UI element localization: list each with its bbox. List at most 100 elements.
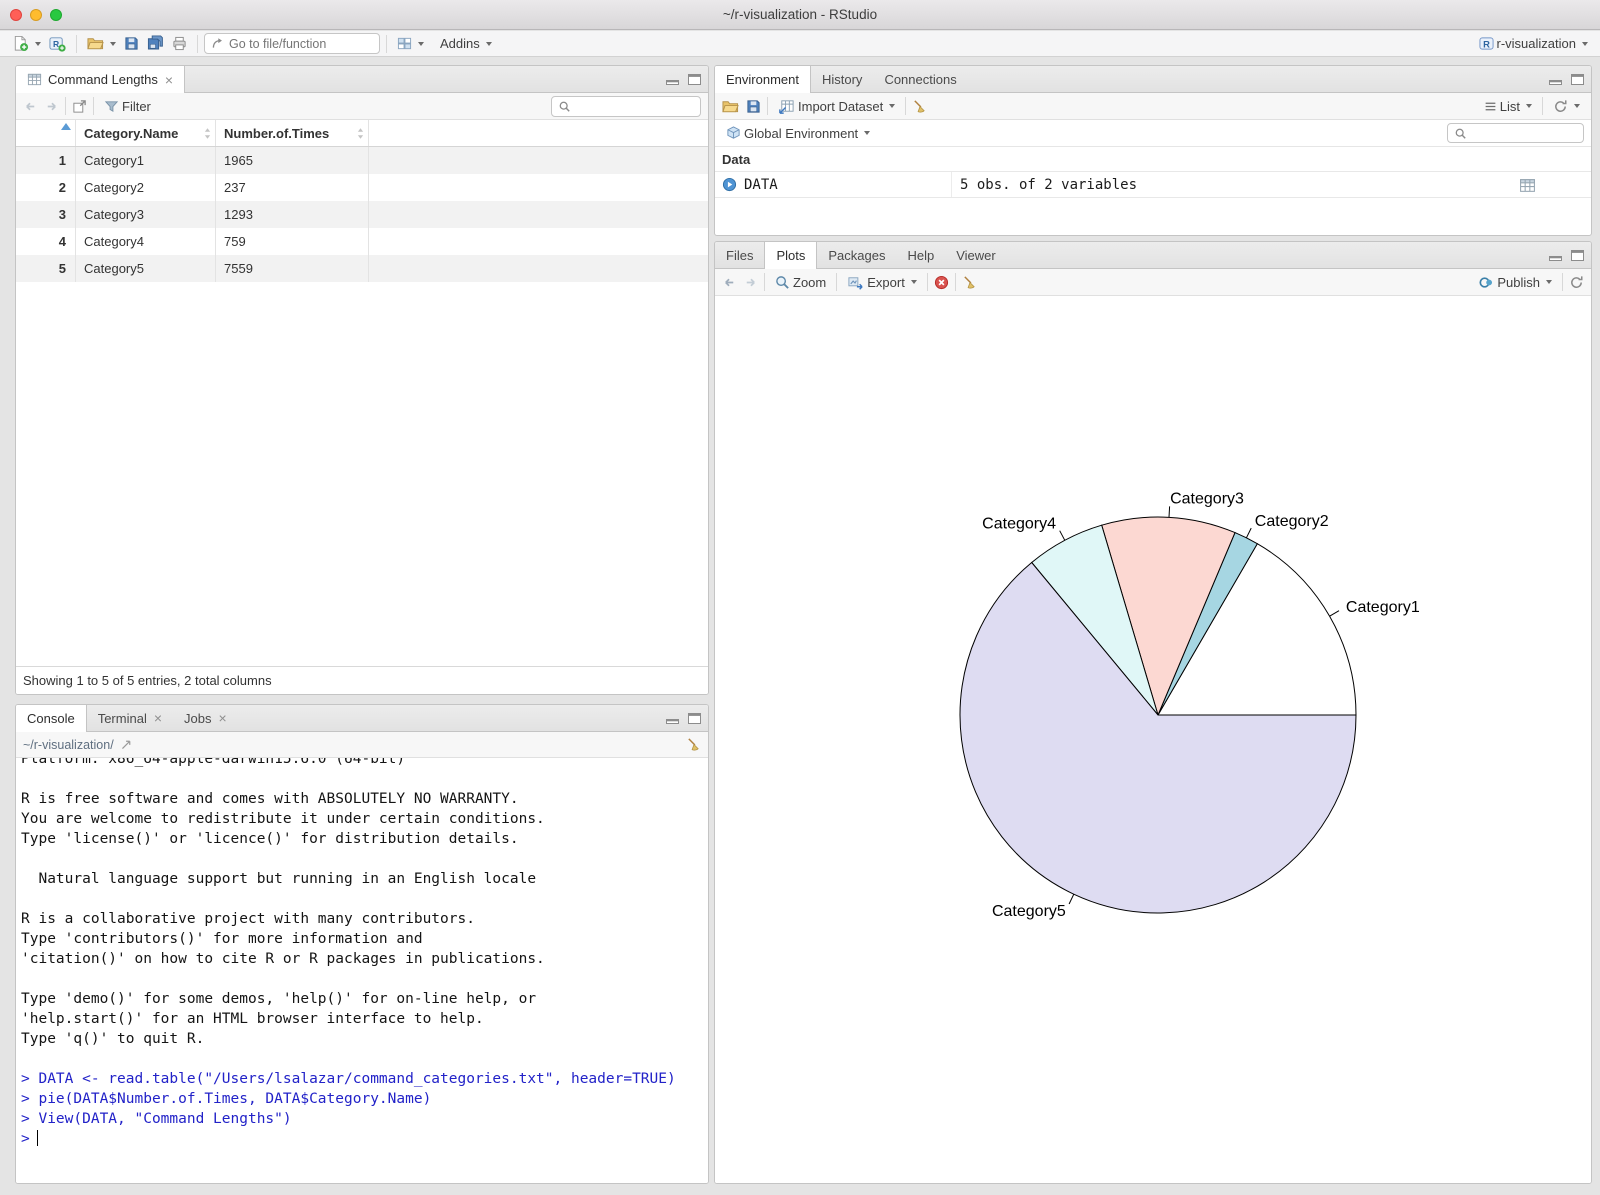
save-all-button[interactable] (143, 34, 168, 53)
refresh-plot-icon[interactable] (1569, 275, 1584, 290)
close-tab-icon[interactable]: × (218, 711, 226, 725)
save-all-icon (147, 35, 163, 50)
environment-search-input[interactable] (1472, 126, 1567, 140)
close-window-button[interactable] (10, 9, 22, 21)
addins-button[interactable]: Addins (436, 35, 496, 52)
console-prompt: > (21, 1131, 30, 1147)
dropdown-caret-icon (35, 41, 41, 46)
console-line: Type 'demo()' for some demos, 'help()' f… (21, 991, 537, 1007)
tab-plots[interactable]: Plots (764, 242, 818, 269)
export-plot-button[interactable]: Export (843, 273, 921, 292)
maximize-panel-icon[interactable] (688, 74, 701, 85)
minimize-panel-icon[interactable] (666, 74, 679, 85)
tab-history[interactable]: History (811, 66, 873, 92)
cell-category-name: Category2 (76, 174, 216, 201)
toolbar-separator (1542, 97, 1543, 115)
tab-terminal[interactable]: Terminal × (87, 705, 173, 731)
title-bar: ~/r-visualization - RStudio (0, 0, 1600, 30)
dropdown-caret-icon (110, 41, 116, 46)
column-header-category-name[interactable]: Category.Name (76, 120, 216, 146)
expand-object-play-icon[interactable] (722, 177, 737, 192)
new-project-button[interactable]: R (45, 34, 70, 53)
new-file-button[interactable] (8, 34, 45, 53)
close-tab-icon[interactable]: × (154, 711, 162, 725)
toolbar-separator (386, 34, 387, 53)
next-plot-arrow-icon[interactable] (743, 275, 758, 290)
tab-jobs[interactable]: Jobs × (173, 705, 238, 731)
import-dataset-button[interactable]: Import Dataset (774, 97, 899, 116)
list-view-button[interactable]: List (1480, 98, 1536, 115)
export-icon (848, 276, 863, 290)
maximize-panel-icon[interactable] (688, 713, 701, 724)
sort-arrows-icon[interactable] (357, 127, 364, 140)
back-arrow-icon[interactable] (23, 99, 38, 114)
print-button[interactable] (168, 35, 191, 52)
console-output[interactable]: Platform: x86_64-apple-darwin15.6.0 (64-… (16, 758, 708, 1183)
plot-display-area: Category1 Category2 Category3 Category4 Cate… (715, 296, 1591, 1183)
console-prompt-line[interactable]: > (21, 1129, 703, 1149)
save-button[interactable] (120, 35, 143, 52)
sort-arrows-icon[interactable] (204, 127, 211, 140)
environment-searchbox (1447, 123, 1584, 143)
toolbar-separator (767, 97, 768, 115)
tab-environment[interactable]: Environment (715, 66, 811, 93)
minimize-panel-icon[interactable] (1549, 74, 1562, 85)
clear-all-plots-broom-icon[interactable] (962, 275, 977, 290)
zoom-window-button[interactable] (50, 9, 62, 21)
maximize-panel-icon[interactable] (1571, 74, 1584, 85)
refresh-environment-button[interactable] (1549, 98, 1584, 115)
minimize-panel-icon[interactable] (666, 713, 679, 724)
table-row[interactable]: 3 Category3 1293 (16, 201, 708, 228)
tab-console[interactable]: Console (16, 705, 87, 732)
popout-window-icon[interactable] (120, 738, 133, 751)
open-file-button[interactable] (83, 34, 120, 53)
entries-status-text: Showing 1 to 5 of 5 entries, 2 total col… (23, 673, 272, 688)
clear-console-broom-icon[interactable] (686, 737, 701, 752)
column-header-number-of-times[interactable]: Number.of.Times (216, 120, 369, 146)
tab-label: Plots (776, 248, 806, 263)
forward-arrow-icon[interactable] (44, 99, 59, 114)
tab-connections[interactable]: Connections (873, 66, 967, 92)
minimize-window-button[interactable] (30, 9, 42, 21)
clear-environment-broom-icon[interactable] (912, 99, 927, 114)
column-label: Category.Name (84, 125, 179, 141)
viewer-search-input[interactable] (576, 99, 696, 113)
project-switcher-button[interactable]: R r-visualization (1475, 35, 1592, 52)
pie-slice-label: Category5 (992, 903, 1066, 920)
object-description: 5 obs. of 2 variables (960, 176, 1138, 193)
pie-label-tick (1245, 527, 1252, 539)
remove-plot-icon[interactable] (934, 275, 949, 290)
tab-packages[interactable]: Packages (817, 242, 896, 268)
maximize-panel-icon[interactable] (1571, 250, 1584, 261)
svg-text:R: R (53, 39, 59, 49)
publish-button[interactable]: Publish (1475, 274, 1556, 291)
toolbar-separator (954, 273, 956, 291)
save-workspace-icon[interactable] (746, 99, 761, 114)
table-row[interactable]: 5 Category5 7559 (16, 255, 708, 282)
table-row[interactable]: 1 Category1 1965 (16, 147, 708, 174)
filter-button[interactable]: Filter (100, 98, 155, 115)
environment-scope-button[interactable]: Global Environment (722, 125, 874, 142)
tab-viewer[interactable]: Viewer (945, 242, 1007, 268)
view-data-grid-icon[interactable] (1519, 177, 1536, 194)
tab-label: Environment (726, 72, 799, 87)
panes-layout-button[interactable] (393, 35, 428, 52)
close-tab-icon[interactable]: × (165, 73, 173, 87)
cell-number-of-times: 237 (216, 174, 369, 201)
goto-file-input[interactable] (229, 36, 349, 51)
zoom-plot-button[interactable]: Zoom (771, 274, 830, 291)
table-row[interactable]: 2 Category2 237 (16, 174, 708, 201)
previous-plot-arrow-icon[interactable] (722, 275, 737, 290)
tab-label: Packages (828, 247, 886, 263)
tab-help[interactable]: Help (896, 242, 945, 268)
tab-command-lengths[interactable]: Command Lengths × (16, 66, 186, 93)
environment-object-row[interactable]: DATA 5 obs. of 2 variables (715, 171, 1591, 198)
popout-window-icon[interactable] (72, 99, 87, 114)
tab-files[interactable]: Files (715, 242, 764, 268)
table-row[interactable]: 4 Category4 759 (16, 228, 708, 255)
global-environment-cube-icon (727, 125, 740, 139)
column-header-rownum[interactable] (16, 120, 76, 146)
open-workspace-icon[interactable] (722, 98, 739, 115)
minimize-panel-icon[interactable] (1549, 250, 1562, 261)
